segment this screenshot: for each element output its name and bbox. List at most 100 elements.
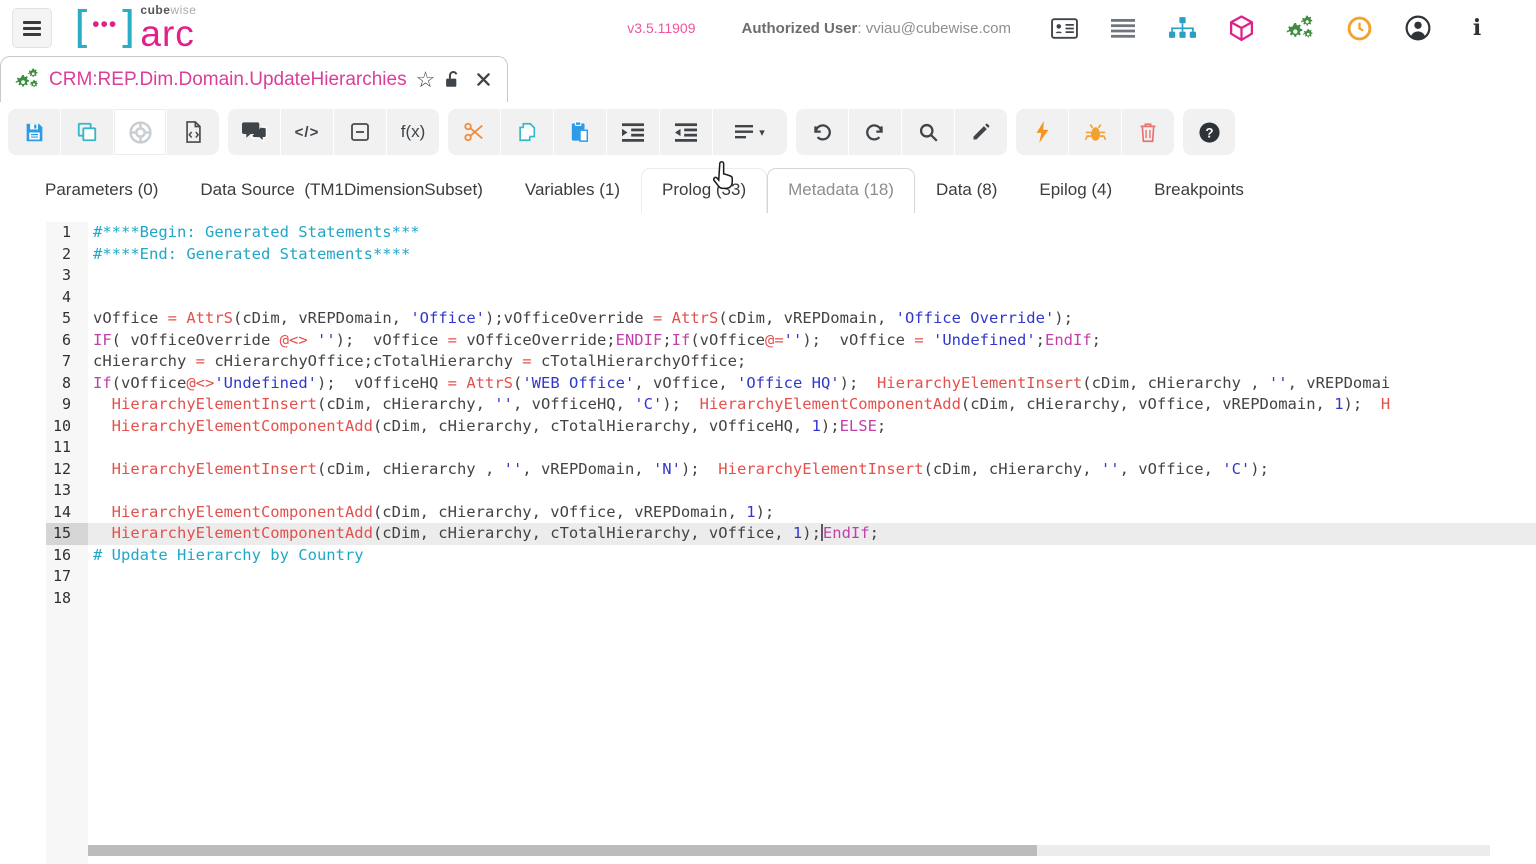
- edit-button[interactable]: [955, 109, 1007, 155]
- line-number[interactable]: 13: [46, 480, 88, 502]
- lifebuoy-button[interactable]: [114, 109, 166, 155]
- tab-variables[interactable]: Variables (1): [504, 168, 641, 213]
- cut-button[interactable]: [448, 109, 500, 155]
- code-line[interactable]: 1#****Begin: Generated Statements***: [0, 222, 1536, 244]
- code-button[interactable]: </>: [281, 109, 333, 155]
- run-button[interactable]: [1016, 109, 1068, 155]
- comments-icon: [242, 122, 267, 143]
- collapse-button[interactable]: [334, 109, 386, 155]
- format-lines-dropdown-button[interactable]: ▾: [713, 109, 787, 155]
- indent-button[interactable]: [607, 109, 659, 155]
- code-line[interactable]: 9 HierarchyElementInsert(cDim, cHierarch…: [0, 394, 1536, 416]
- line-number[interactable]: 9: [46, 394, 88, 416]
- line-number[interactable]: 10: [46, 416, 88, 438]
- chevron-down-icon: ▾: [759, 126, 765, 139]
- code-line[interactable]: 6IF( vOfficeOverride @<> ''); vOffice = …: [0, 330, 1536, 352]
- code-text: [88, 566, 1536, 588]
- clock-icon[interactable]: [1344, 13, 1374, 43]
- line-number[interactable]: 7: [46, 351, 88, 373]
- code-line[interactable]: 16# Update Hierarchy by Country: [0, 545, 1536, 567]
- scrollbar-thumb[interactable]: [88, 845, 1037, 856]
- code-text: HierarchyElementInsert(cDim, cHierarchy,…: [88, 394, 1536, 416]
- tab-parameters[interactable]: Parameters (0): [24, 168, 179, 213]
- document-tab[interactable]: CRM:REP.Dim.Domain.UpdateHierarchies ☆: [0, 56, 508, 102]
- duplicate-button[interactable]: [61, 109, 113, 155]
- copy-button[interactable]: [501, 109, 553, 155]
- logo-bracket-left: [: [74, 9, 91, 46]
- user-icon[interactable]: [1403, 13, 1433, 43]
- copy-squares-icon: [76, 121, 98, 143]
- help-button[interactable]: ?: [1183, 109, 1235, 155]
- logo-dots: •••: [92, 13, 117, 37]
- document-tab-bar: CRM:REP.Dim.Domain.UpdateHierarchies ☆: [0, 56, 1536, 102]
- code-line[interactable]: 13: [0, 480, 1536, 502]
- line-number[interactable]: 11: [46, 437, 88, 459]
- star-icon[interactable]: ☆: [416, 69, 436, 91]
- code-line[interactable]: 15 HierarchyElementComponentAdd(cDim, cH…: [0, 523, 1536, 545]
- line-number[interactable]: 8: [46, 373, 88, 395]
- line-number[interactable]: 12: [46, 459, 88, 481]
- tab-prolog[interactable]: Prolog (33): [641, 168, 767, 213]
- code-line[interactable]: 8If(vOffice@<>'Undefined'); vOfficeHQ = …: [0, 373, 1536, 395]
- code-line[interactable]: 18: [0, 588, 1536, 610]
- code-icon: </>: [295, 124, 320, 141]
- code-line[interactable]: 14 HierarchyElementComponentAdd(cDim, cH…: [0, 502, 1536, 524]
- code-line[interactable]: 3: [0, 265, 1536, 287]
- gears-icon[interactable]: [1285, 13, 1315, 43]
- line-number[interactable]: 17: [46, 566, 88, 588]
- save-button[interactable]: [8, 109, 60, 155]
- line-number[interactable]: 2: [46, 244, 88, 266]
- code-editor[interactable]: 1#****Begin: Generated Statements***2#**…: [0, 222, 1536, 864]
- search-button[interactable]: [902, 109, 954, 155]
- redo-button[interactable]: [849, 109, 901, 155]
- line-number[interactable]: 4: [46, 287, 88, 309]
- tab-metadata[interactable]: Metadata (18): [767, 168, 915, 213]
- close-icon[interactable]: [476, 72, 491, 87]
- code-text: IF( vOfficeOverride @<> ''); vOffice = v…: [88, 330, 1536, 352]
- undo-button[interactable]: [796, 109, 848, 155]
- list-icon[interactable]: [1108, 13, 1138, 43]
- line-number[interactable]: 18: [46, 588, 88, 610]
- line-number[interactable]: 15: [46, 523, 88, 545]
- tab-data-source[interactable]: Data Source (TM1DimensionSubset): [179, 168, 504, 213]
- code-line[interactable]: 2#****End: Generated Statements****: [0, 244, 1536, 266]
- file-code-button[interactable]: [167, 109, 219, 155]
- code-text: HierarchyElementComponentAdd(cDim, cHier…: [88, 502, 1536, 524]
- code-line[interactable]: 11: [0, 437, 1536, 459]
- code-text: HierarchyElementInsert(cDim, cHierarchy …: [88, 459, 1536, 481]
- unlock-icon[interactable]: [444, 70, 461, 89]
- code-text: [88, 265, 1536, 287]
- code-text: HierarchyElementComponentAdd(cDim, cHier…: [88, 523, 1536, 545]
- paste-button[interactable]: [554, 109, 606, 155]
- bug-icon: [1084, 121, 1107, 143]
- line-number[interactable]: 14: [46, 502, 88, 524]
- debug-button[interactable]: [1069, 109, 1121, 155]
- id-card-icon[interactable]: [1049, 13, 1079, 43]
- code-line[interactable]: 10 HierarchyElementComponentAdd(cDim, cH…: [0, 416, 1536, 438]
- trash-icon: [1139, 122, 1157, 143]
- tab-data[interactable]: Data (8): [915, 168, 1018, 213]
- sitemap-icon[interactable]: [1167, 13, 1197, 43]
- line-number[interactable]: 1: [46, 222, 88, 244]
- function-button[interactable]: f(x): [387, 109, 439, 155]
- hamburger-menu-button[interactable]: [12, 8, 52, 48]
- outdent-button[interactable]: [660, 109, 712, 155]
- code-line[interactable]: 5vOffice = AttrS(cDim, vREPDomain, 'Offi…: [0, 308, 1536, 330]
- info-icon[interactable]: i: [1462, 13, 1492, 43]
- code-line[interactable]: 4: [0, 287, 1536, 309]
- comments-button[interactable]: [228, 109, 280, 155]
- code-line[interactable]: 7cHierarchy = cHierarchyOffice;cTotalHie…: [0, 351, 1536, 373]
- delete-button[interactable]: [1122, 109, 1174, 155]
- tab-breakpoints[interactable]: Breakpoints: [1133, 168, 1265, 213]
- line-number[interactable]: 6: [46, 330, 88, 352]
- line-number[interactable]: 3: [46, 265, 88, 287]
- line-number[interactable]: 16: [46, 545, 88, 567]
- cube-icon[interactable]: [1226, 13, 1256, 43]
- hamburger-icon: [23, 21, 41, 24]
- code-text: If(vOffice@<>'Undefined'); vOfficeHQ = A…: [88, 373, 1536, 395]
- tab-epilog[interactable]: Epilog (4): [1018, 168, 1133, 213]
- horizontal-scrollbar[interactable]: [88, 845, 1490, 856]
- code-line[interactable]: 17: [0, 566, 1536, 588]
- line-number[interactable]: 5: [46, 308, 88, 330]
- code-line[interactable]: 12 HierarchyElementInsert(cDim, cHierarc…: [0, 459, 1536, 481]
